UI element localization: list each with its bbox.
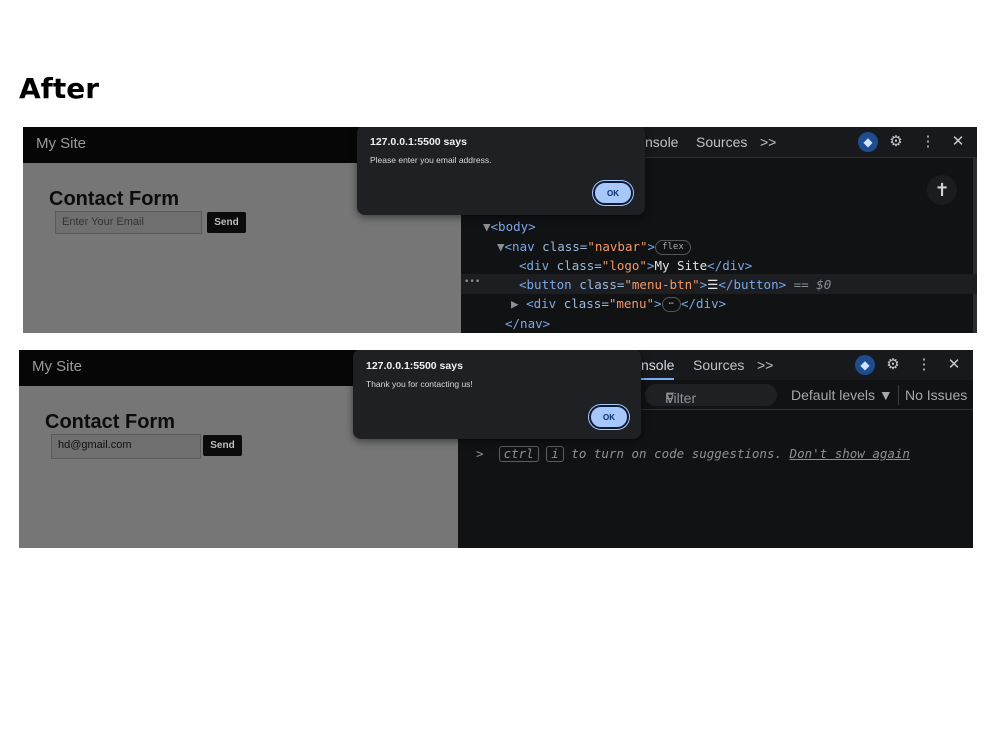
dom-line-button[interactable]: <button class="menu-btn">☰</button> == $… [519, 277, 831, 292]
screenshot-empty-email: My Site Contact Form Enter Your Email Se… [23, 127, 977, 333]
email-value: hd@gmail.com [58, 439, 132, 451]
alert-dialog: 127.0.0.1:5500 says Thank you for contac… [353, 350, 641, 439]
screenshot-email-submitted: My Site Contact Form hd@gmail.com Send n… [19, 350, 973, 548]
dom-line-body[interactable]: ▼<body> [483, 219, 536, 234]
tab-sources[interactable]: Sources [693, 357, 744, 373]
dom-line-nav[interactable]: ▼<nav class="navbar"> flex [497, 239, 691, 255]
dom-line-div-logo[interactable]: <div class="logo">My Site</div> [519, 258, 752, 273]
gear-icon[interactable]: ⚙ [883, 355, 903, 375]
send-button[interactable]: Send [207, 212, 246, 233]
kebab-menu-icon[interactable]: ⋮ [918, 132, 938, 152]
ok-button[interactable]: OK [589, 405, 629, 429]
dom-line-div-menu[interactable]: ▶ <div class="menu"> ⋯ </div> [511, 296, 726, 312]
site-logo[interactable]: My Site [32, 358, 82, 375]
scrollbar[interactable] [973, 157, 977, 333]
ok-button[interactable]: OK [593, 181, 633, 205]
hint-text: to turn on code suggestions. [563, 446, 790, 461]
email-input[interactable]: Enter Your Email [55, 211, 202, 234]
issues-button[interactable]: No Issues [905, 387, 967, 403]
more-tabs-icon[interactable]: >> [757, 357, 773, 373]
dialog-title: 127.0.0.1:5500 says [370, 136, 467, 148]
accessibility-icon[interactable]: ✝ [927, 175, 957, 205]
toolbar-divider [898, 385, 899, 405]
tab-console[interactable]: nsole [645, 134, 678, 150]
dialog-title: 127.0.0.1:5500 says [366, 360, 463, 372]
dont-show-again-link[interactable]: Don't show again [790, 446, 910, 461]
email-input[interactable]: hd@gmail.com [51, 434, 201, 459]
kebab-menu-icon[interactable]: ⋮ [914, 355, 934, 375]
ai-assist-icon[interactable]: ◆ [858, 132, 878, 152]
tab-console[interactable]: nsole [636, 357, 675, 380]
send-button[interactable]: Send [203, 435, 242, 456]
kbd-i: i [546, 446, 564, 462]
alert-dialog: 127.0.0.1:5500 says Please enter you ema… [357, 127, 645, 215]
gear-icon[interactable]: ⚙ [886, 132, 906, 152]
log-levels-dropdown[interactable]: Default levels ▼ [791, 387, 893, 403]
form-title: Contact Form [49, 188, 179, 210]
console-prompt-line[interactable]: > ctrl i to turn on code suggestions. Do… [476, 446, 910, 462]
ai-assist-icon[interactable]: ◆ [855, 355, 875, 375]
page-heading: After [19, 72, 100, 105]
close-icon[interactable]: ✕ [948, 132, 968, 152]
form-title: Contact Form [45, 411, 175, 433]
close-icon[interactable]: ✕ [944, 355, 964, 375]
tab-sources[interactable]: Sources [696, 134, 747, 150]
console-filter-input[interactable]: ⊽ Filter [645, 384, 777, 406]
dom-line-nav-end[interactable]: </nav> [505, 316, 550, 331]
site-logo[interactable]: My Site [36, 135, 86, 152]
email-placeholder: Enter Your Email [62, 216, 144, 228]
dialog-message: Thank you for contacting us! [366, 379, 473, 389]
row-dots-icon[interactable]: ••• [464, 277, 480, 287]
more-tabs-icon[interactable]: >> [760, 134, 776, 150]
kbd-ctrl: ctrl [498, 446, 539, 462]
dialog-message: Please enter you email address. [370, 155, 492, 165]
console-prompt: > [476, 446, 484, 461]
flex-badge: flex [655, 240, 691, 255]
